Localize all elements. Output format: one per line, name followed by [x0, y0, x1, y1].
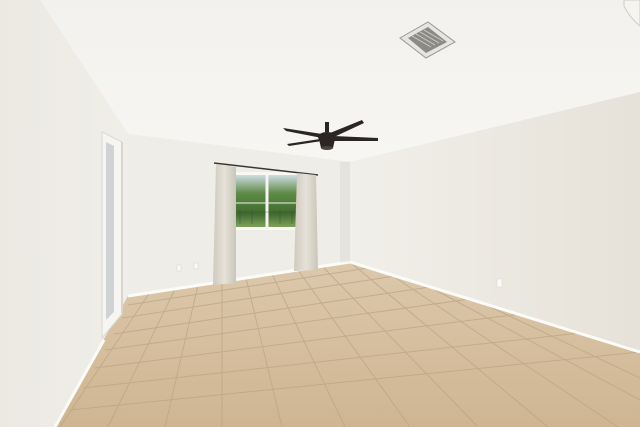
doorway — [101, 131, 123, 340]
wall-outlet — [176, 264, 182, 272]
curtain-right — [294, 173, 318, 271]
corner-shadow — [340, 162, 350, 263]
room-illustration — [0, 0, 640, 427]
window — [232, 172, 302, 230]
empty-room-photo — [0, 0, 640, 427]
wall-outlet — [193, 262, 199, 270]
wall-outlet — [496, 278, 503, 288]
curtain-left — [213, 164, 236, 285]
